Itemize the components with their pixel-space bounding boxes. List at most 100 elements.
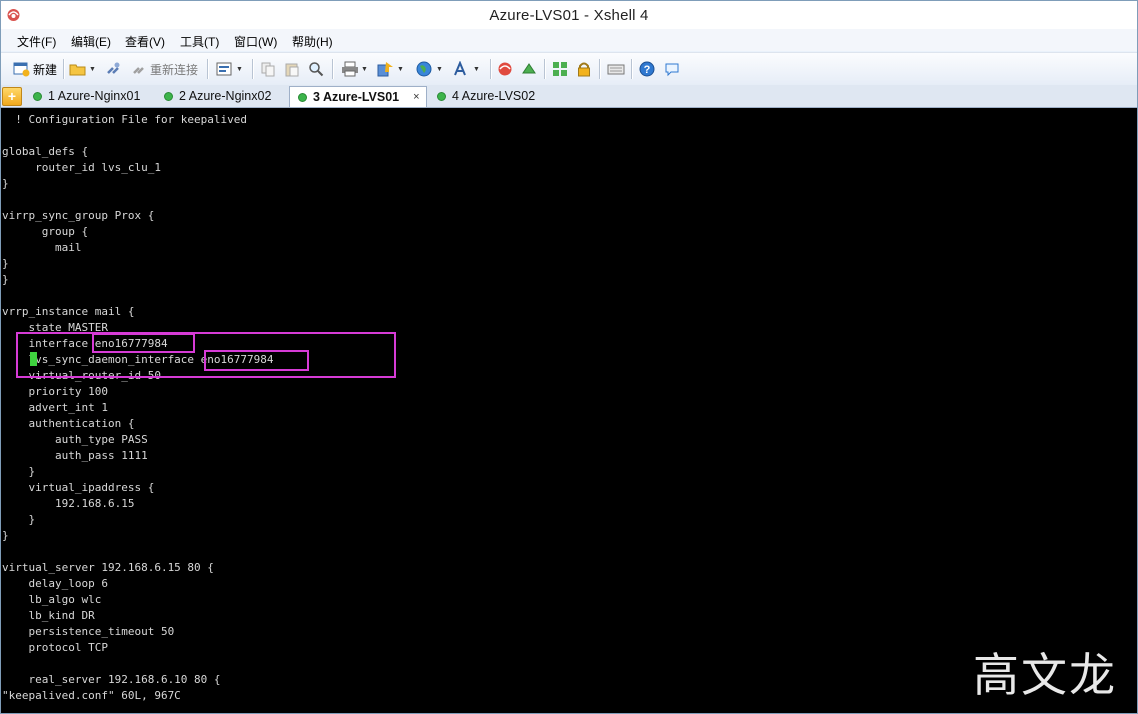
transfer-button[interactable]: ▼ xyxy=(377,60,404,78)
toolbar-separator xyxy=(63,59,65,79)
terminal-line: authentication { xyxy=(2,417,135,430)
chevron-down-icon: ▼ xyxy=(361,65,368,73)
terminal-line: advert_int 1 xyxy=(2,401,108,414)
lock-icon xyxy=(578,62,590,77)
new-session-icon xyxy=(13,62,30,77)
reconnect-icon xyxy=(133,67,144,74)
text-cursor xyxy=(30,352,37,366)
terminal-output[interactable]: ! Configuration File for keepalived globa… xyxy=(1,108,1137,713)
paste-button[interactable] xyxy=(284,60,300,78)
reconnect-button[interactable]: 重新连接 xyxy=(131,60,198,78)
new-session-label: 新建 xyxy=(33,62,58,77)
terminal-line: router_id lvs_clu_1 xyxy=(2,161,161,174)
chat-bubble-icon xyxy=(665,63,679,77)
chevron-down-icon: ▼ xyxy=(397,65,404,73)
terminal-line: } xyxy=(2,465,36,478)
keyboard-icon xyxy=(607,64,625,75)
toolbar-separator xyxy=(252,59,254,79)
xshell-window: Azure-LVS01 - Xshell 4 文件(F) 编辑(E) 查看(V)… xyxy=(0,0,1138,714)
file-transfer-icon xyxy=(377,62,393,77)
properties-button[interactable]: ▼ xyxy=(216,60,243,78)
terminal-line: "keepalived.conf" 60L, 967C xyxy=(2,689,181,702)
terminal-line: group { xyxy=(2,225,89,238)
menu-tools[interactable]: 工具(T) xyxy=(180,33,219,50)
help-button[interactable]: ? xyxy=(639,60,655,78)
new-tab-icon[interactable]: + xyxy=(2,87,22,106)
terminal-line: auth_pass 1111 xyxy=(2,449,148,462)
xftp-icon xyxy=(522,63,536,74)
font-button[interactable]: ▼ xyxy=(453,60,480,78)
print-button[interactable]: ▼ xyxy=(341,60,368,78)
session-tab-bar: + 1 Azure-Nginx01 2 Azure-Nginx02 3 Azur… xyxy=(1,85,1137,108)
terminal-line: } xyxy=(2,257,9,270)
terminal-line: mail xyxy=(2,241,82,254)
title-bar[interactable]: Azure-LVS01 - Xshell 4 xyxy=(1,1,1137,29)
lock-button[interactable] xyxy=(576,60,592,78)
tab-label: 3 Azure-LVS01 xyxy=(313,90,400,104)
toolbar-separator xyxy=(332,59,334,79)
chevron-down-icon: ▼ xyxy=(89,65,96,73)
terminal-line: } xyxy=(2,529,9,542)
tab-azure-lvs01[interactable]: 3 Azure-LVS01 × xyxy=(289,86,427,107)
xshell-logo-icon xyxy=(498,62,512,76)
menu-file[interactable]: 文件(F) xyxy=(17,33,56,50)
keyboard-button[interactable] xyxy=(607,60,625,78)
font-icon xyxy=(454,61,466,76)
toolbar-separator xyxy=(631,59,633,79)
tab-azure-nginx02[interactable]: 2 Azure-Nginx02 xyxy=(164,86,271,106)
properties-icon xyxy=(216,62,232,76)
terminal-line: delay_loop 6 xyxy=(2,577,108,590)
printer-icon xyxy=(342,61,358,77)
tab-azure-nginx01[interactable]: 1 Azure-Nginx01 xyxy=(33,86,140,106)
open-folder-button[interactable]: ▼ xyxy=(69,60,96,78)
menu-edit[interactable]: 编辑(E) xyxy=(71,33,111,50)
terminal-line: lb_algo wlc xyxy=(2,593,102,606)
terminal-line: ! Configuration File for keepalived xyxy=(2,113,248,126)
xftp-button[interactable] xyxy=(497,60,513,78)
terminal-line: vrrp_instance mail { xyxy=(2,305,135,318)
chevron-down-icon: ▼ xyxy=(473,65,480,73)
menu-bar: 文件(F) 编辑(E) 查看(V) 工具(T) 窗口(W) 帮助(H) xyxy=(1,29,1137,51)
copy-button[interactable] xyxy=(260,60,276,78)
toolbar: 新建 ▼ 重新连接 ▼ ▼ ▼ ▼ ▼ ? xyxy=(1,52,1137,86)
terminal-line: virrp_sync_group Prox { xyxy=(2,209,155,222)
terminal-line: protocol TCP xyxy=(2,641,108,654)
new-session-button[interactable]: 新建 xyxy=(13,60,57,78)
chevron-down-icon: ▼ xyxy=(236,65,243,73)
close-tab-icon[interactable]: × xyxy=(413,91,419,103)
fullscreen-button[interactable] xyxy=(552,60,568,78)
fullscreen-icon xyxy=(553,62,567,76)
tab-azure-lvs02[interactable]: 4 Azure-LVS02 xyxy=(437,86,535,106)
connect-button[interactable] xyxy=(105,60,121,78)
feedback-button[interactable] xyxy=(664,60,680,78)
highlight-box-interface-value xyxy=(92,333,195,353)
find-button[interactable] xyxy=(308,60,324,78)
terminal-line: 192.168.6.15 xyxy=(2,497,135,510)
connected-status-icon xyxy=(33,91,42,101)
terminal-line: virtual_server 192.168.6.15 80 { xyxy=(2,561,214,574)
help-icon: ? xyxy=(639,61,655,77)
terminal-line: } xyxy=(2,177,9,190)
globe-icon xyxy=(416,61,432,77)
script-button[interactable]: ▼ xyxy=(416,60,443,78)
chevron-down-icon: ▼ xyxy=(436,65,443,73)
open-folder-icon xyxy=(69,64,86,76)
tab-label: 1 Azure-Nginx01 xyxy=(48,89,141,103)
connected-status-icon xyxy=(164,91,173,101)
copy-icon xyxy=(261,62,275,77)
svg-text:?: ? xyxy=(644,64,651,76)
window-title: Azure-LVS01 - Xshell 4 xyxy=(489,7,649,24)
menu-help[interactable]: 帮助(H) xyxy=(292,33,333,50)
link-icon xyxy=(107,62,120,74)
menu-view[interactable]: 查看(V) xyxy=(125,33,165,50)
toolbar-separator xyxy=(544,59,546,79)
xftp-transfer-button[interactable] xyxy=(521,60,537,78)
terminal-line: auth_type PASS xyxy=(2,433,148,446)
reconnect-label: 重新连接 xyxy=(150,62,199,77)
terminal-line: real_server 192.168.6.10 80 { xyxy=(2,673,221,686)
paste-icon xyxy=(285,63,299,77)
connected-status-icon xyxy=(298,92,307,102)
terminal-line: virtual_ipaddress { xyxy=(2,481,155,494)
menu-window[interactable]: 窗口(W) xyxy=(234,33,277,50)
terminal-line: lb_kind DR xyxy=(2,609,95,622)
